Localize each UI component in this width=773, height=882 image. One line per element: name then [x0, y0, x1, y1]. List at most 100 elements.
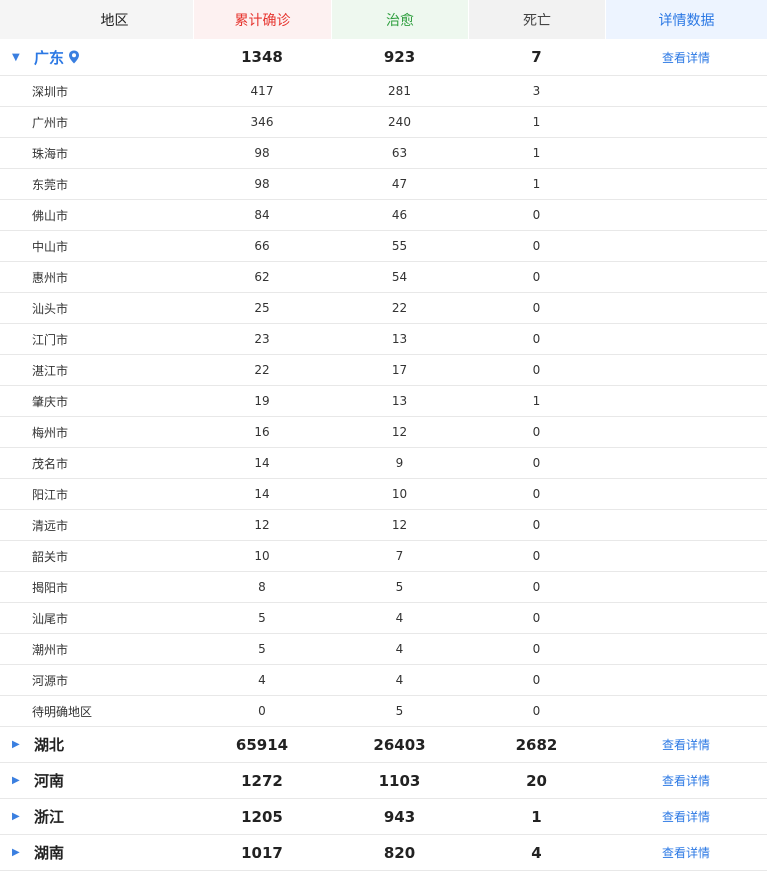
city-confirmed: 16: [254, 425, 270, 439]
city-name: 中山市: [32, 239, 69, 254]
province-cured: 820: [383, 843, 416, 862]
province-cured: 923: [383, 48, 416, 66]
epidemic-data-table: 地区 累计确诊 治愈 死亡 详情数据 ▼ 广东 1348 923 7 查看详情 …: [0, 0, 767, 871]
city-dead: 0: [532, 425, 541, 439]
province-confirmed: 1205: [241, 807, 283, 826]
city-dead: 3: [532, 84, 541, 98]
city-name: 待明确地区: [32, 704, 93, 719]
city-dead: 1: [532, 177, 541, 191]
city-name: 清远市: [32, 518, 69, 533]
city-name: 揭阳市: [32, 580, 69, 595]
city-name: 佛山市: [32, 208, 69, 223]
province-cured: 943: [383, 807, 416, 826]
city-row: 中山市 66 55 0: [0, 231, 767, 262]
city-confirmed: 84: [254, 208, 270, 222]
province-name: 湖北: [34, 736, 65, 754]
province-row[interactable]: ▶ 河南 1272 1103 20 查看详情: [0, 763, 767, 799]
city-dead: 0: [532, 487, 541, 501]
city-cured: 47: [391, 177, 408, 191]
triangle-down-icon[interactable]: ▼: [12, 52, 34, 63]
city-confirmed: 66: [254, 239, 270, 253]
city-confirmed: 14: [254, 487, 270, 501]
province-name: 湖南: [34, 844, 65, 862]
province-region-cell[interactable]: ▶ 湖南: [0, 842, 193, 863]
province-row[interactable]: ▶ 湖北 65914 26403 2682 查看详情: [0, 727, 767, 763]
city-row: 待明确地区 0 5 0: [0, 696, 767, 727]
triangle-right-icon[interactable]: ▶: [12, 811, 34, 822]
city-name: 阳江市: [32, 487, 69, 502]
city-dead: 0: [532, 270, 541, 284]
province-cured: 26403: [373, 735, 426, 754]
city-row: 佛山市 84 46 0: [0, 200, 767, 231]
city-confirmed: 98: [254, 177, 270, 191]
city-confirmed: 12: [254, 518, 270, 532]
city-cured: 22: [391, 301, 408, 315]
province-region-cell[interactable]: ▼ 广东: [0, 47, 193, 68]
city-row: 惠州市 62 54 0: [0, 262, 767, 293]
triangle-right-icon[interactable]: ▶: [12, 739, 34, 750]
city-name: 东莞市: [32, 177, 69, 192]
city-name: 广州市: [32, 115, 69, 130]
province-confirmed: 1348: [241, 48, 283, 66]
province-dead: 1: [531, 807, 542, 826]
header-detail: 详情数据: [605, 0, 767, 39]
city-cured: 54: [391, 270, 408, 284]
view-detail-link[interactable]: 查看详情: [662, 808, 710, 825]
city-confirmed: 346: [250, 115, 274, 129]
city-name: 珠海市: [32, 146, 69, 161]
city-confirmed: 8: [258, 580, 266, 594]
city-row: 河源市 4 4 0: [0, 665, 767, 696]
city-cured: 5: [395, 704, 404, 718]
city-dead: 0: [532, 363, 541, 377]
province-confirmed: 1272: [241, 771, 283, 790]
province-region-cell[interactable]: ▶ 河南: [0, 770, 193, 791]
city-dead: 0: [532, 301, 541, 315]
city-name: 韶关市: [32, 549, 69, 564]
city-list: 深圳市 417 281 3 广州市 346 240 1 珠海市 98 63 1 东莞市 98 47 1 佛山市 8…: [0, 76, 767, 727]
city-confirmed: 10: [254, 549, 270, 563]
province-row[interactable]: ▶ 湖南 1017 820 4 查看详情: [0, 835, 767, 871]
city-name: 肇庆市: [32, 394, 69, 409]
province-list: ▶ 湖北 65914 26403 2682 查看详情 ▶ 河南 1272 1103 20 查看详情 ▶ 浙…: [0, 727, 767, 871]
city-row: 广州市 346 240 1: [0, 107, 767, 138]
province-dead: 20: [526, 771, 547, 790]
city-cured: 240: [388, 115, 411, 129]
header-dead[interactable]: 死亡: [468, 0, 605, 39]
province-confirmed: 65914: [235, 735, 289, 754]
view-detail-link[interactable]: 查看详情: [662, 736, 710, 753]
city-dead: 0: [532, 332, 541, 346]
city-confirmed: 4: [258, 673, 266, 687]
city-row: 清远市 12 12 0: [0, 510, 767, 541]
city-cured: 12: [391, 518, 408, 532]
province-region-cell[interactable]: ▶ 浙江: [0, 806, 193, 827]
view-detail-link[interactable]: 查看详情: [662, 844, 710, 861]
province-row[interactable]: ▶ 浙江 1205 943 1 查看详情: [0, 799, 767, 835]
header-confirmed[interactable]: 累计确诊: [193, 0, 331, 39]
header-region[interactable]: 地区: [0, 0, 193, 39]
city-dead: 0: [532, 611, 541, 625]
triangle-right-icon[interactable]: ▶: [12, 847, 34, 858]
province-row-guangdong[interactable]: ▼ 广东 1348 923 7 查看详情: [0, 39, 767, 76]
city-cured: 9: [395, 456, 404, 470]
city-cured: 12: [391, 425, 408, 439]
city-dead: 0: [532, 580, 541, 594]
city-cured: 4: [395, 611, 404, 625]
city-name: 深圳市: [32, 84, 69, 99]
city-cured: 5: [395, 580, 404, 594]
province-name: 广东: [34, 48, 65, 67]
city-cured: 7: [395, 549, 404, 563]
view-detail-link[interactable]: 查看详情: [662, 49, 710, 66]
city-confirmed: 23: [254, 332, 270, 346]
city-cured: 55: [391, 239, 408, 253]
city-row: 韶关市 10 7 0: [0, 541, 767, 572]
city-row: 汕尾市 5 4 0: [0, 603, 767, 634]
header-cured[interactable]: 治愈: [331, 0, 468, 39]
view-detail-link[interactable]: 查看详情: [662, 772, 710, 789]
city-name: 茂名市: [32, 456, 69, 471]
city-cured: 4: [395, 642, 404, 656]
city-dead: 0: [532, 239, 541, 253]
province-region-cell[interactable]: ▶ 湖北: [0, 734, 193, 755]
province-confirmed: 1017: [241, 843, 283, 862]
triangle-right-icon[interactable]: ▶: [12, 775, 34, 786]
city-row: 汕头市 25 22 0: [0, 293, 767, 324]
